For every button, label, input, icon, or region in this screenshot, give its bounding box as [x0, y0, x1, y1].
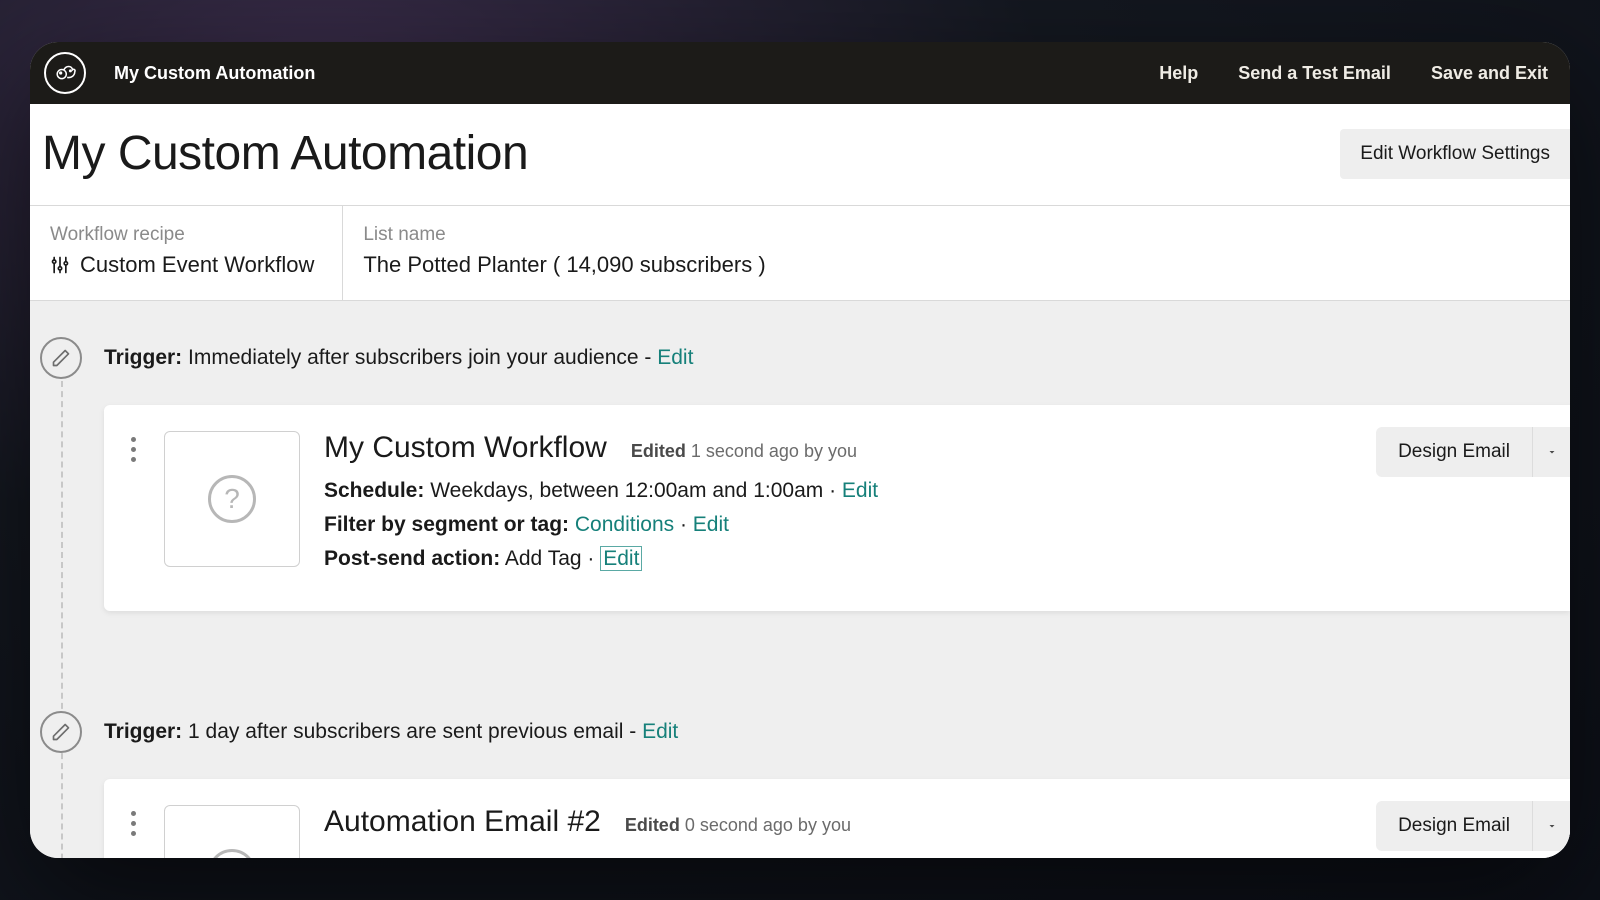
schedule-edit-link[interactable]: Edit: [842, 479, 878, 502]
app-window: My Custom Automation Help Send a Test Em…: [30, 42, 1570, 858]
trigger-row: Trigger: Immediately after subscribers j…: [30, 337, 1570, 379]
trigger-row: Trigger: 1 day after subscribers are sen…: [30, 711, 1570, 753]
filter-edit-link[interactable]: Edit: [693, 513, 729, 536]
email-card: ? My Custom Workflow Edited 1 second ago…: [104, 405, 1570, 611]
conditions-link[interactable]: Conditions: [575, 513, 674, 536]
design-email-label[interactable]: Design Email: [1376, 801, 1532, 851]
send-test-email-link[interactable]: Send a Test Email: [1238, 63, 1391, 84]
edit-trigger-icon[interactable]: [40, 711, 82, 753]
email-card: ? Automation Email #2 Edited 0 second ag…: [104, 779, 1570, 858]
email-edited-meta: Edited 1 second ago by you: [631, 441, 857, 462]
sliders-icon: [50, 255, 70, 275]
question-mark-icon: ?: [208, 849, 256, 858]
save-and-exit-link[interactable]: Save and Exit: [1431, 63, 1548, 84]
trigger-edit-link[interactable]: Edit: [642, 720, 678, 743]
page-header: My Custom Automation Edit Workflow Setti…: [30, 104, 1570, 206]
workflow-recipe-cell: Workflow recipe Custom Event Workflow: [30, 206, 343, 300]
email-name: Automation Email #2: [324, 805, 601, 839]
topbar-title: My Custom Automation: [114, 63, 315, 84]
edit-trigger-icon[interactable]: [40, 337, 82, 379]
timeline-connector: [61, 371, 63, 858]
page-title: My Custom Automation: [42, 126, 528, 181]
design-email-label[interactable]: Design Email: [1376, 427, 1532, 477]
email-name: My Custom Workflow: [324, 431, 607, 465]
email-card-menu-icon[interactable]: [126, 805, 140, 858]
edit-workflow-settings-button[interactable]: Edit Workflow Settings: [1340, 129, 1570, 179]
email-edited-meta: Edited 0 second ago by you: [625, 815, 851, 836]
schedule-line: Schedule: Weekdays, between 12:00am and …: [324, 479, 1546, 503]
question-mark-icon: ?: [208, 475, 256, 523]
automation-timeline: Trigger: Immediately after subscribers j…: [30, 301, 1570, 858]
list-name-value: The Potted Planter ( 14,090 subscribers …: [363, 252, 765, 278]
design-email-dropdown-icon[interactable]: [1532, 427, 1570, 477]
design-email-button[interactable]: Design Email: [1376, 427, 1570, 477]
email-thumbnail[interactable]: ?: [164, 431, 300, 567]
mailchimp-logo-icon[interactable]: [44, 52, 86, 94]
list-name-cell: List name The Potted Planter ( 14,090 su…: [343, 206, 1570, 300]
email-card-menu-icon[interactable]: [126, 431, 140, 581]
list-name-label: List name: [363, 224, 1542, 246]
design-email-dropdown-icon[interactable]: [1532, 801, 1570, 851]
post-send-edit-link[interactable]: Edit: [600, 546, 642, 571]
trigger-text: Trigger: 1 day after subscribers are sen…: [104, 720, 678, 744]
topbar: My Custom Automation Help Send a Test Em…: [30, 42, 1570, 104]
workflow-meta: Workflow recipe Custom Event Workflow Li…: [30, 206, 1570, 301]
post-send-line: Post-send action: Add Tag · Edit: [324, 547, 1546, 571]
trigger-text: Trigger: Immediately after subscribers j…: [104, 346, 693, 370]
workflow-recipe-label: Workflow recipe: [50, 224, 314, 246]
design-email-button[interactable]: Design Email: [1376, 801, 1570, 851]
workflow-recipe-value: Custom Event Workflow: [80, 252, 314, 278]
email-thumbnail[interactable]: ?: [164, 805, 300, 858]
help-link[interactable]: Help: [1159, 63, 1198, 84]
filter-line: Filter by segment or tag: Conditions · E…: [324, 513, 1546, 537]
trigger-edit-link[interactable]: Edit: [657, 346, 693, 369]
